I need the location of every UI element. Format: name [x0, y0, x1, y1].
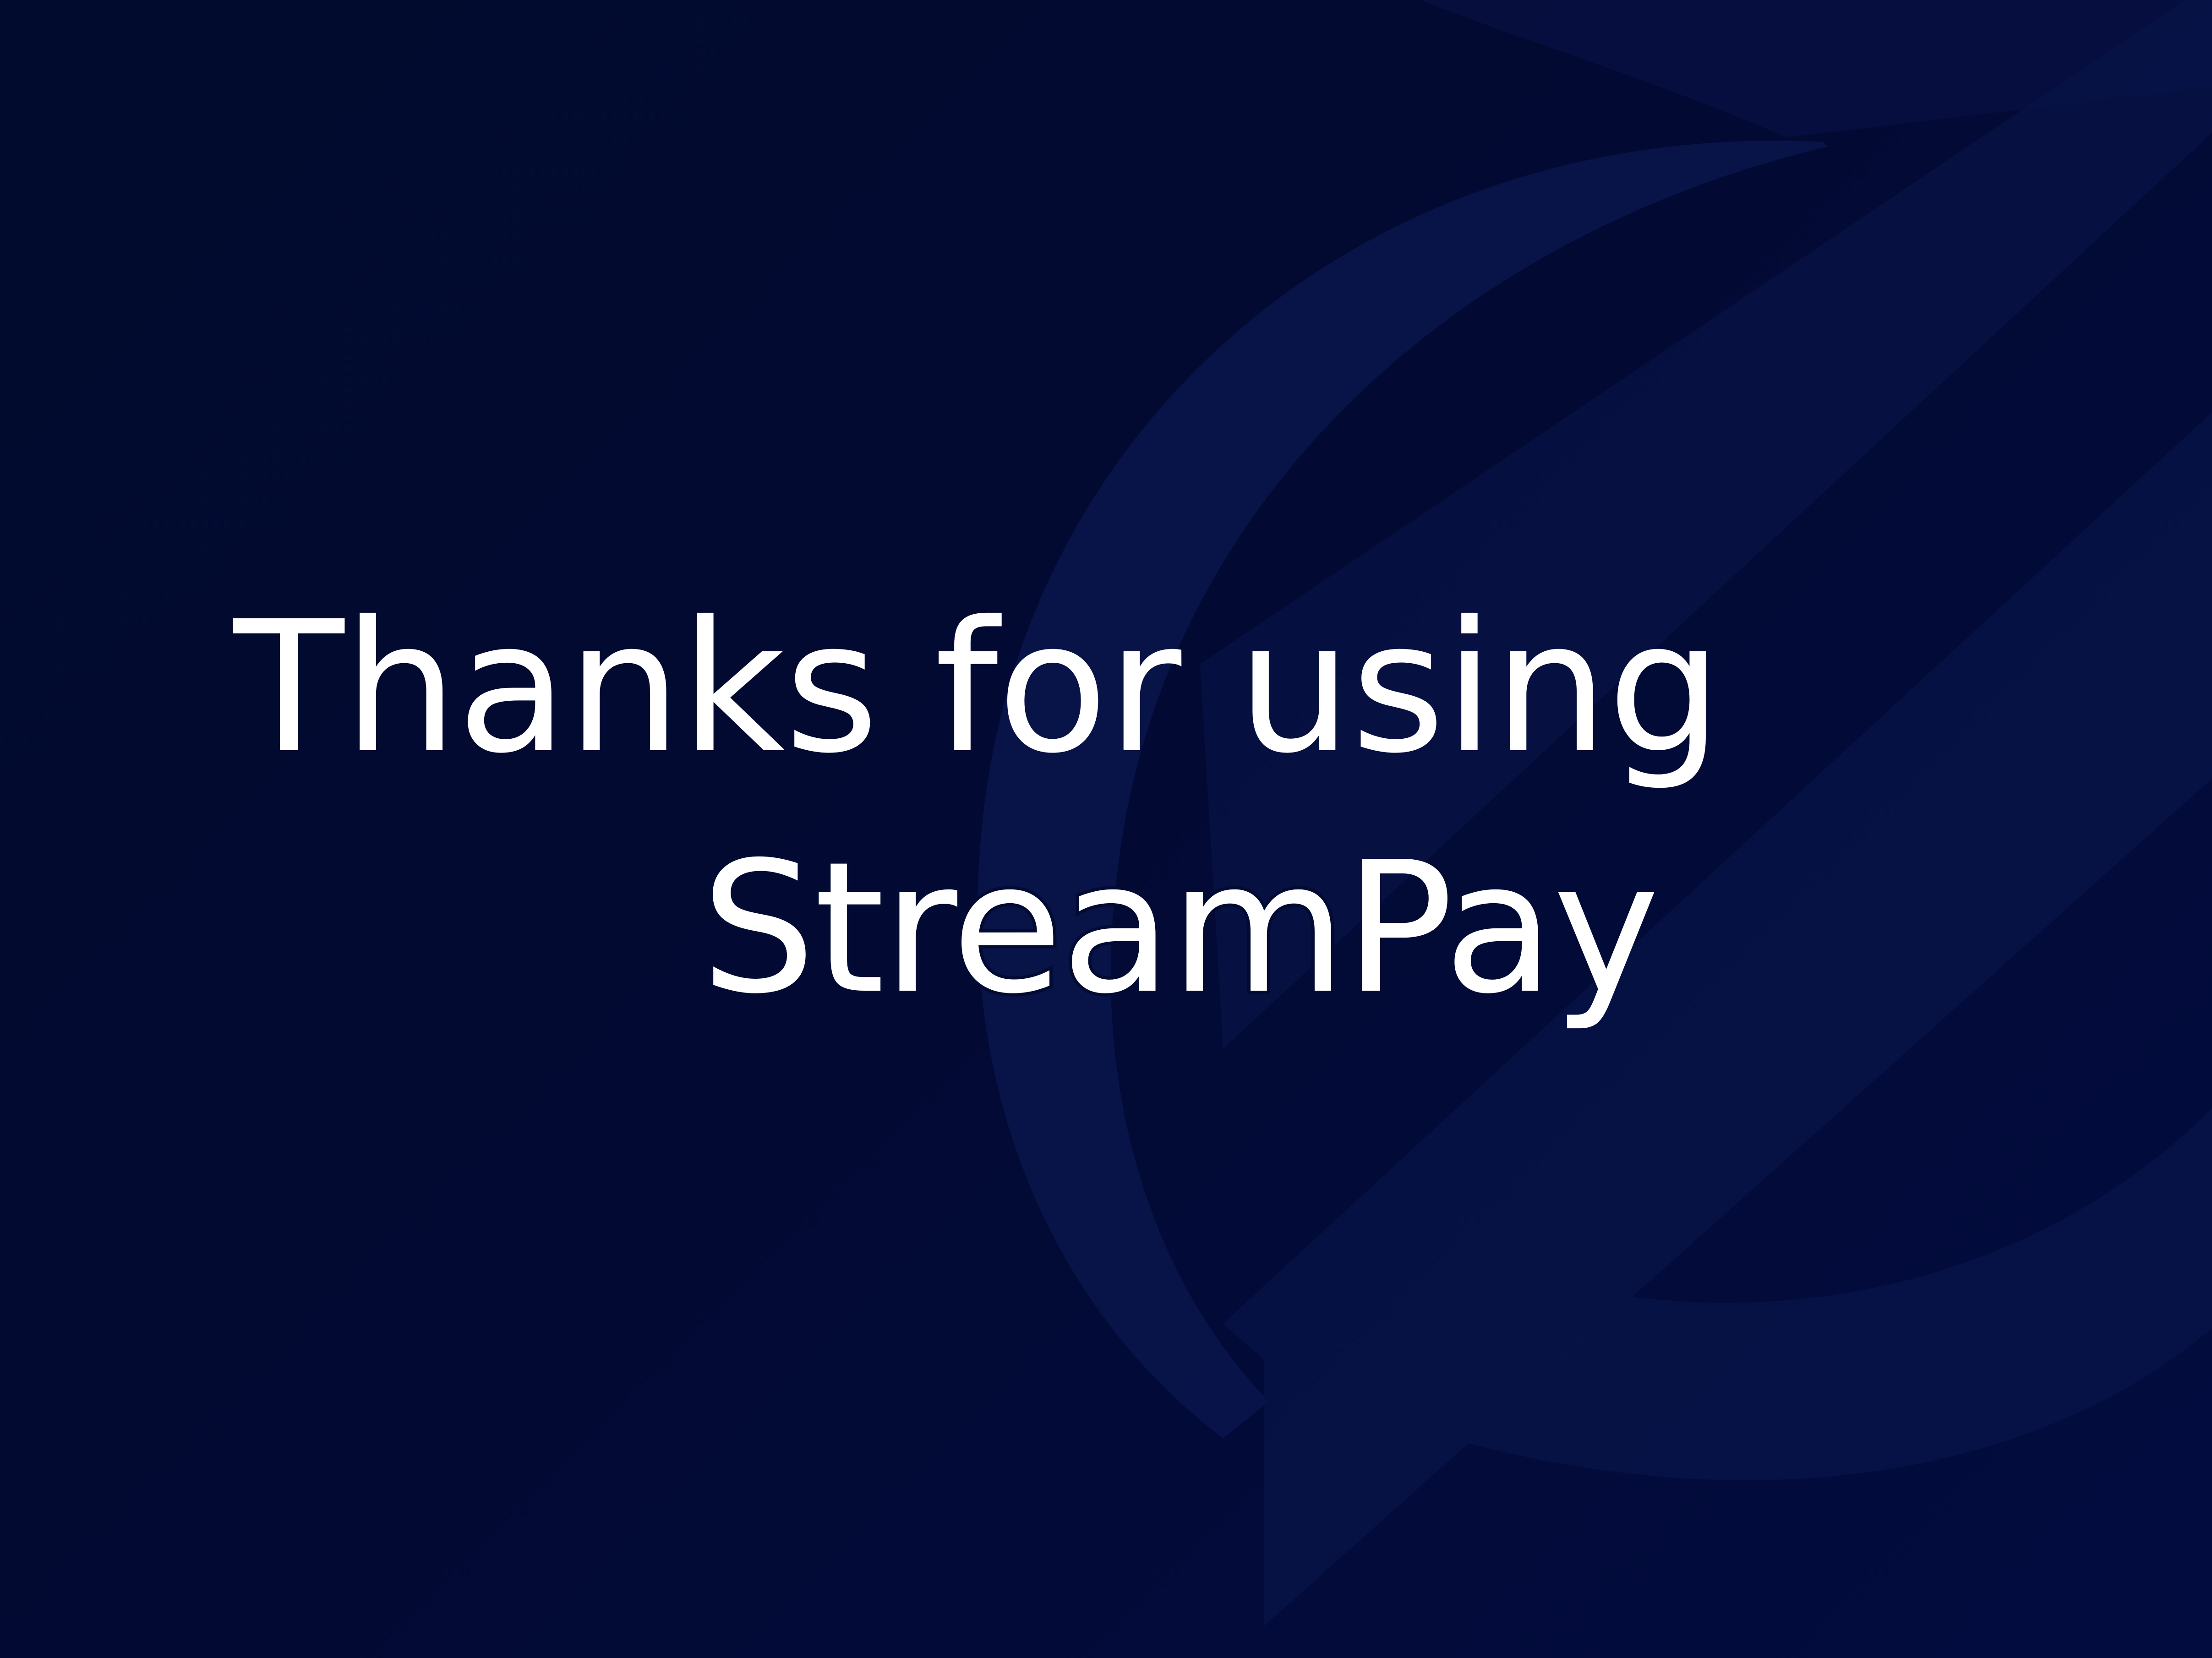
thanks-headline: Thanks for using [234, 583, 1722, 793]
brand-wordmark-stream: Stream [698, 823, 1349, 1034]
brand-wordmark-pay: Pay [1344, 823, 1660, 1034]
brand-wordmark: StreamPay [698, 835, 1660, 1022]
